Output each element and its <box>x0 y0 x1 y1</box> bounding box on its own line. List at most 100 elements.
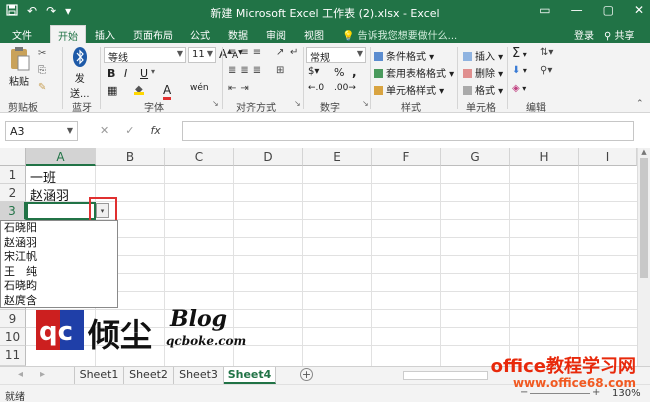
list-item[interactable]: 王 纯 <box>1 265 117 280</box>
cancel-icon[interactable]: ✕ <box>100 124 109 137</box>
sheet-tab[interactable]: Sheet2 <box>124 367 174 384</box>
copy-icon[interactable]: ⎘ <box>38 65 46 76</box>
add-sheet-button[interactable]: + <box>300 368 313 381</box>
column-header[interactable]: I <box>579 148 637 166</box>
find-select-icon[interactable]: ⚲▾ <box>540 65 552 76</box>
column-header[interactable]: F <box>372 148 441 166</box>
decrease-decimal-icon[interactable]: .00→ <box>334 83 356 93</box>
vertical-align-icons[interactable]: ≡≡≡ <box>228 47 265 58</box>
fill-icon[interactable]: ⬇ ▾ <box>512 65 527 76</box>
sheet-nav-prev-icon[interactable]: ◂ <box>18 369 23 380</box>
sort-filter-icon[interactable]: ⇅▾ <box>540 47 553 58</box>
format-cells-button[interactable]: 格式 ▾ <box>463 82 503 97</box>
format-painter-icon[interactable]: ✎ <box>38 82 46 93</box>
column-header[interactable]: G <box>441 148 510 166</box>
tab-file[interactable]: 文件 <box>12 27 32 42</box>
column-header[interactable]: H <box>510 148 579 166</box>
list-item[interactable]: 赵涵羽 <box>1 236 117 251</box>
close-icon[interactable]: ✕ <box>634 3 644 17</box>
sheet-tab-active[interactable]: Sheet4 <box>224 367 276 384</box>
column-header[interactable]: E <box>303 148 372 166</box>
share-button[interactable]: ⚲ 共享 <box>604 27 635 42</box>
tab-insert[interactable]: 插入 <box>95 27 115 42</box>
paste-button[interactable]: 粘贴 <box>9 46 31 88</box>
minimize-icon[interactable]: — <box>571 3 583 17</box>
delete-cells-button[interactable]: 删除 ▾ <box>463 65 503 80</box>
font-size-select[interactable]: 11 ▼ <box>188 47 216 63</box>
scroll-thumb[interactable] <box>640 158 648 278</box>
formula-input[interactable] <box>182 121 634 141</box>
font-color-button[interactable]: A <box>163 83 172 100</box>
comma-button[interactable]: , <box>352 65 357 79</box>
column-header[interactable]: B <box>96 148 165 166</box>
horizontal-align-icons[interactable]: ≣≣≣ <box>228 65 265 76</box>
ribbon-display-options-icon[interactable]: ▭ <box>539 3 550 17</box>
select-all-corner[interactable] <box>0 148 26 166</box>
collapse-ribbon-icon[interactable]: ⌃ <box>636 99 644 109</box>
fill-color-button[interactable]: ◆ <box>133 84 144 95</box>
list-item[interactable]: 宋江帆 <box>1 250 117 265</box>
active-cell-a3[interactable] <box>26 202 96 220</box>
sheet-tab[interactable]: Sheet3 <box>174 367 224 384</box>
horizontal-scrollbar[interactable] <box>403 371 488 380</box>
dialog-launcher-icon[interactable]: ↘ <box>362 99 369 108</box>
chevron-down-icon[interactable]: ▾ <box>151 67 155 76</box>
font-name-select[interactable]: 等线 ▼ <box>104 47 186 64</box>
cut-icon[interactable]: ✂ <box>38 48 46 59</box>
row-header[interactable]: 3 <box>0 202 26 220</box>
dialog-launcher-icon[interactable]: ↘ <box>294 99 301 108</box>
sheet-tab[interactable]: Sheet1 <box>74 367 124 384</box>
restore-icon[interactable]: ▢ <box>603 3 614 17</box>
percent-button[interactable]: % <box>334 66 344 79</box>
format-as-table-button[interactable]: 套用表格格式 ▾ <box>374 65 454 80</box>
underline-button[interactable]: U <box>140 67 148 80</box>
tab-data[interactable]: 数据 <box>228 27 248 42</box>
borders-icon[interactable]: ▦ <box>107 84 117 97</box>
clear-icon[interactable]: ◈ ▾ <box>512 83 526 94</box>
cell-styles-button[interactable]: 单元格样式 ▾ <box>374 82 444 97</box>
tell-me-search[interactable]: 💡 告诉我您想要做什么... <box>342 27 457 42</box>
currency-button[interactable]: $▾ <box>308 66 319 77</box>
tab-page-layout[interactable]: 页面布局 <box>133 27 173 42</box>
enter-icon[interactable]: ✓ <box>125 124 134 137</box>
number-format-select[interactable]: 常规 ▼ <box>306 47 366 64</box>
tab-review[interactable]: 审阅 <box>266 27 286 42</box>
wrap-text-icon[interactable]: ↵ <box>290 47 298 58</box>
row-header[interactable]: 9 <box>0 310 26 328</box>
bluetooth-send-button[interactable]: 发 送... <box>70 47 90 100</box>
list-item[interactable]: 石晓昀 <box>1 279 117 294</box>
name-box[interactable]: A3 ▼ <box>5 121 78 141</box>
tab-formulas[interactable]: 公式 <box>190 27 210 42</box>
column-header[interactable]: C <box>165 148 234 166</box>
orientation-icon[interactable]: ↗ <box>276 47 284 58</box>
validation-dropdown-list[interactable]: 石晓阳 赵涵羽 宋江帆 王 纯 石晓昀 赵庹含 <box>0 220 118 308</box>
vertical-scrollbar[interactable]: ▲ <box>637 148 650 366</box>
tab-home[interactable]: 开始 <box>50 25 86 43</box>
insert-function-icon[interactable]: fx <box>150 124 160 137</box>
list-item[interactable]: 赵庹含 <box>1 294 117 309</box>
row-header[interactable]: 11 <box>0 346 26 366</box>
row-header[interactable]: 1 <box>0 166 26 184</box>
indent-icons[interactable]: ⇤⇥ <box>228 83 253 94</box>
row-header[interactable]: 10 <box>0 328 26 346</box>
column-header[interactable]: A <box>26 148 96 166</box>
phonetic-button[interactable]: wén <box>190 83 209 93</box>
insert-cells-button[interactable]: 插入 ▾ <box>463 48 503 63</box>
zoom-slider[interactable] <box>530 393 590 394</box>
italic-button[interactable]: I <box>124 67 127 80</box>
signin-link[interactable]: 登录 <box>574 27 594 42</box>
sheet-nav-next-icon[interactable]: ▸ <box>40 369 45 380</box>
tab-view[interactable]: 视图 <box>304 27 324 42</box>
autosum-button[interactable]: Σ ▾ <box>512 46 527 61</box>
separator <box>457 47 458 109</box>
list-item[interactable]: 石晓阳 <box>1 221 117 236</box>
bold-button[interactable]: B <box>107 67 115 80</box>
conditional-formatting-button[interactable]: 条件格式 ▾ <box>374 48 434 63</box>
row-header[interactable]: 2 <box>0 184 26 202</box>
increase-decimal-icon[interactable]: ←.0 <box>308 83 324 93</box>
merge-center-icon[interactable]: ⊞ <box>276 65 284 76</box>
column-header[interactable]: D <box>234 148 303 166</box>
scroll-up-icon[interactable]: ▲ <box>638 148 650 156</box>
cell-a1[interactable]: 一班 <box>30 167 56 186</box>
dialog-launcher-icon[interactable]: ↘ <box>212 99 219 108</box>
